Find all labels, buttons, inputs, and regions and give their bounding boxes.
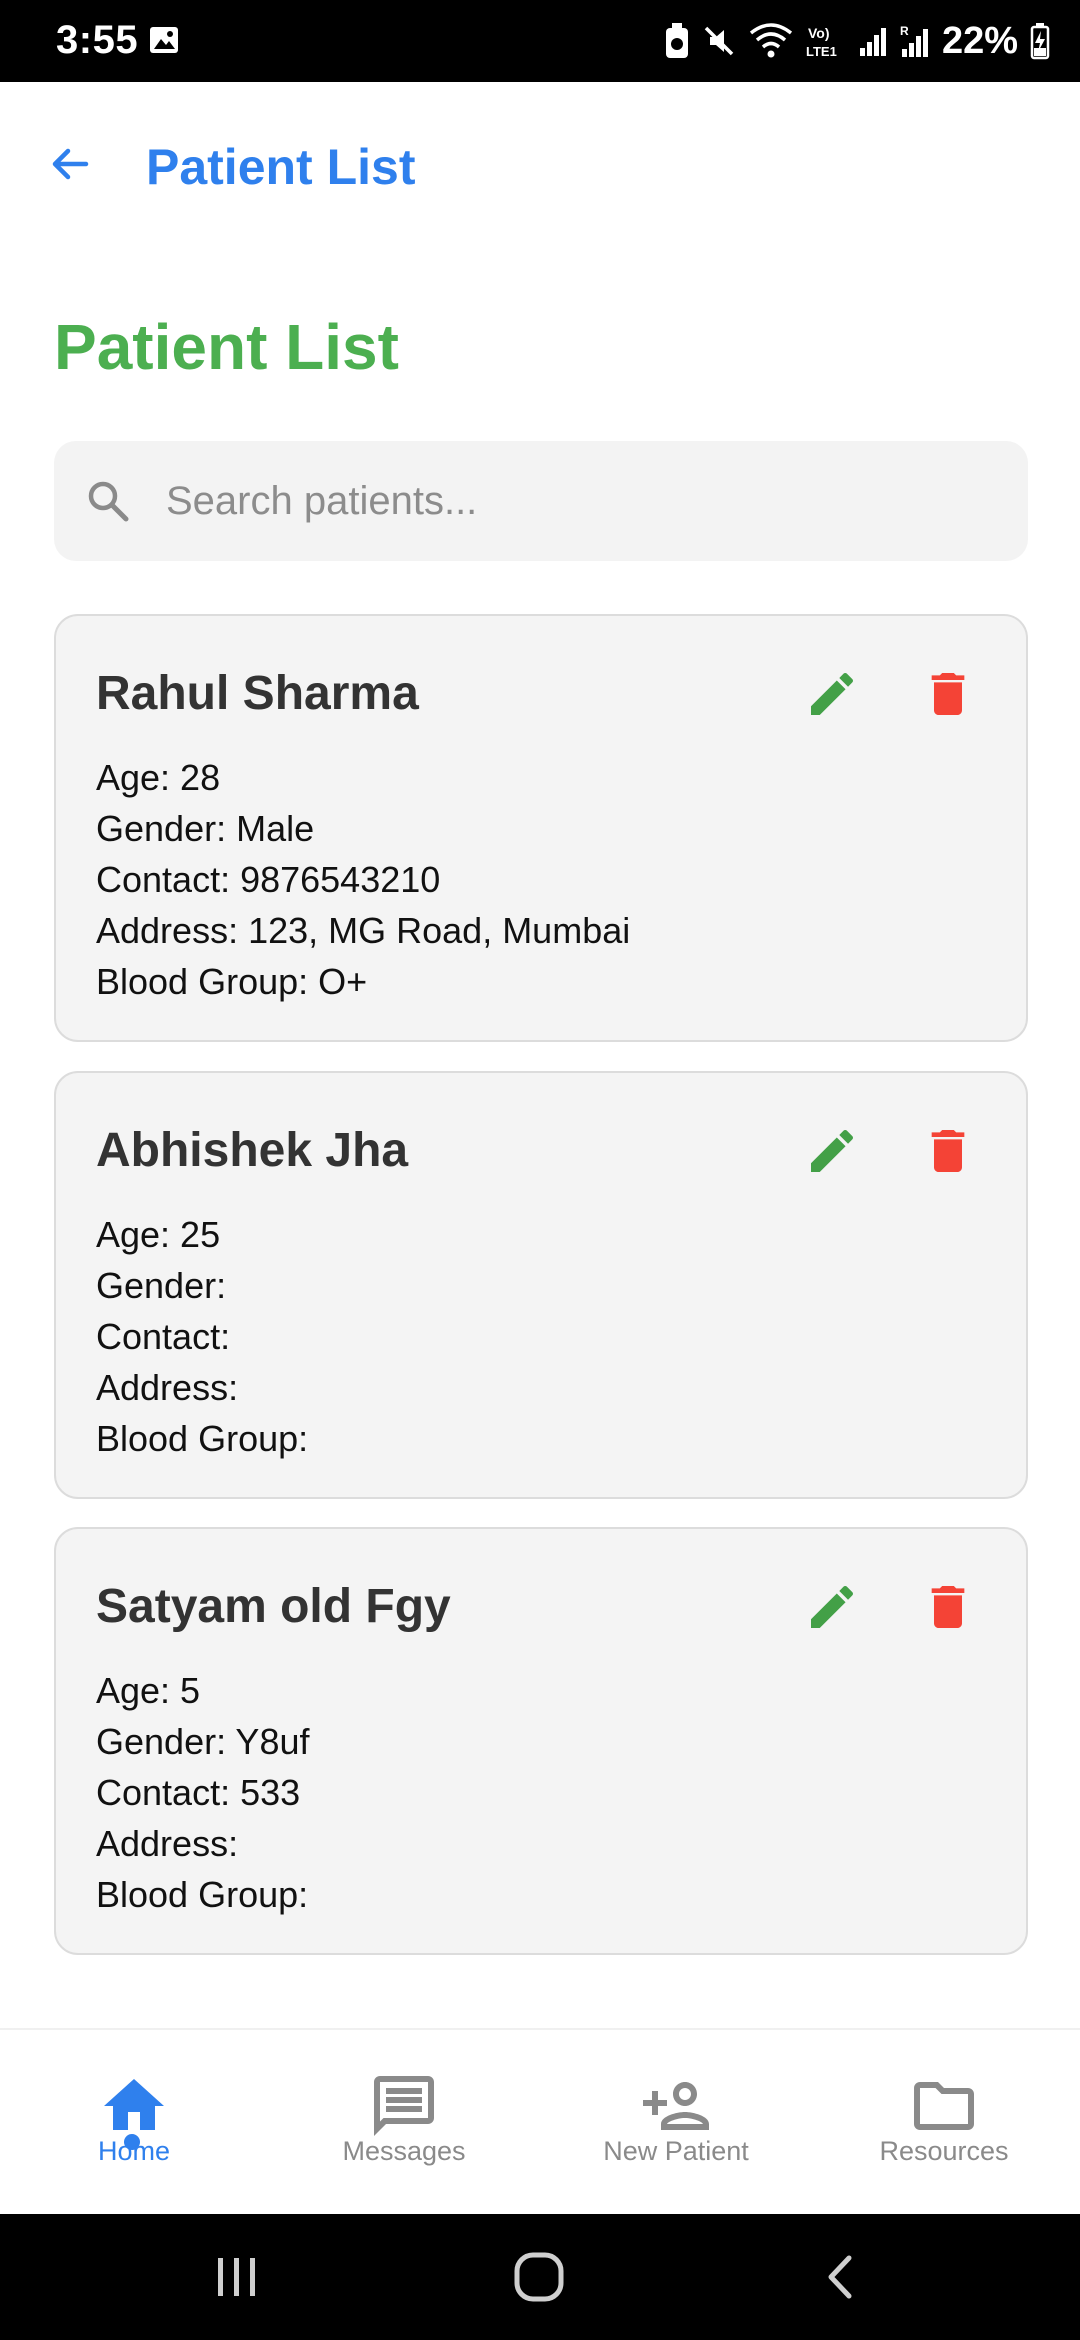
arrow-left-icon: [52, 148, 89, 180]
patient-age: Age: 28: [96, 757, 221, 798]
search-input[interactable]: [166, 461, 986, 541]
page-title: Patient List: [54, 311, 399, 383]
nav-new-patient-label: New Patient: [603, 2136, 749, 2166]
mute-icon: [704, 26, 734, 56]
patient-gender: Gender: Y8uf: [96, 1721, 310, 1762]
delete-button[interactable]: [912, 658, 984, 730]
patient-name: Rahul Sharma: [96, 667, 419, 720]
svg-text:LTE1: LTE1: [806, 44, 837, 59]
home-icon: [104, 2079, 164, 2130]
patient-blood-group: Blood Group: O+: [96, 961, 368, 1002]
status-time: 3:55: [56, 18, 139, 62]
home-system-button[interactable]: [494, 2244, 584, 2310]
signal-icon: [859, 28, 886, 56]
data-saver-icon: [665, 23, 688, 58]
patient-blood-group: Blood Group:: [96, 1418, 309, 1459]
message-icon: [374, 2076, 434, 2136]
patient-name: Satyam old Fgy: [96, 1580, 451, 1633]
delete-button[interactable]: [912, 1115, 984, 1187]
active-indicator-dot: [124, 2134, 140, 2150]
patient-address: Address:: [96, 1367, 239, 1408]
pencil-icon: [811, 1129, 854, 1172]
patient-card[interactable]: Satyam old Fgy Age: 5 Gender: Y8uf Conta…: [54, 1527, 1028, 1955]
patient-address: Address: 123, MG Road, Mumbai: [96, 910, 631, 951]
gallery-notification-icon: [150, 27, 178, 53]
battery-charging-icon: [1030, 23, 1050, 60]
patient-details: Age: 5 Gender: Y8uf Contact: 533 Address…: [96, 1665, 310, 1920]
patient-contact: Contact:: [96, 1316, 231, 1357]
patient-name: Abhishek Jha: [96, 1124, 409, 1177]
back-system-button[interactable]: [796, 2244, 886, 2310]
bottom-navigation: Home Messages New Patient Resources: [0, 2028, 1080, 2214]
patient-age: Age: 25: [96, 1214, 221, 1255]
wifi-icon: [749, 23, 793, 58]
trash-icon: [931, 1586, 965, 1628]
back-button[interactable]: [40, 134, 100, 194]
patient-card[interactable]: Rahul Sharma Age: 28 Gender: Male Contac…: [54, 614, 1028, 1042]
delete-button[interactable]: [912, 1571, 984, 1643]
patient-address: Address:: [96, 1823, 239, 1864]
pencil-icon: [811, 1585, 854, 1628]
nav-home[interactable]: Home: [24, 2070, 244, 2190]
trash-icon: [931, 673, 965, 715]
recent-apps-icon: [218, 2258, 255, 2296]
patient-details: Age: 25 Gender: Contact: Address: Blood …: [96, 1209, 308, 1464]
patient-gender: Gender:: [96, 1265, 227, 1306]
svg-text:R: R: [900, 24, 909, 38]
search-bar[interactable]: [54, 441, 1028, 561]
patient-contact: Contact: 9876543210: [96, 859, 441, 900]
add-person-icon: [643, 2082, 709, 2130]
trash-icon: [931, 1130, 965, 1172]
svg-text:Vo): Vo): [808, 25, 830, 41]
pencil-icon: [811, 672, 854, 715]
patient-age: Age: 5: [96, 1670, 201, 1711]
nav-resources-label: Resources: [879, 2136, 1009, 2166]
battery-percent: 22%: [941, 19, 1018, 62]
app-bar-title: Patient List: [146, 139, 416, 195]
edit-button[interactable]: [796, 1571, 868, 1643]
patient-gender: Gender: Male: [96, 808, 315, 849]
status-icons: Vo) LTE1 R 22%: [664, 16, 1050, 66]
edit-button[interactable]: [796, 658, 868, 730]
nav-messages-label: Messages: [342, 2136, 466, 2166]
nav-resources[interactable]: Resources: [834, 2070, 1054, 2190]
patient-blood-group: Blood Group:: [96, 1874, 309, 1915]
patient-contact: Contact: 533: [96, 1772, 301, 1813]
home-circle-icon: [514, 2252, 564, 2302]
nav-new-patient[interactable]: New Patient: [566, 2070, 786, 2190]
volte-icon: Vo) LTE1: [806, 25, 837, 59]
patient-card[interactable]: Abhishek Jha Age: 25 Gender: Contact: Ad…: [54, 1071, 1028, 1499]
folder-icon: [914, 2082, 974, 2130]
status-bar: 3:55 Vo) LTE1 R 22%: [0, 0, 1080, 82]
recent-apps-button[interactable]: [192, 2244, 282, 2310]
search-icon: [88, 481, 129, 522]
signal-roaming-icon: R: [900, 24, 928, 57]
chevron-left-icon: [828, 2255, 852, 2299]
nav-messages[interactable]: Messages: [294, 2070, 514, 2190]
app-bar: Patient List: [0, 82, 1080, 254]
patient-details: Age: 28 Gender: Male Contact: 9876543210…: [96, 752, 630, 1007]
system-navigation-bar: [0, 2214, 1080, 2340]
edit-button[interactable]: [796, 1115, 868, 1187]
